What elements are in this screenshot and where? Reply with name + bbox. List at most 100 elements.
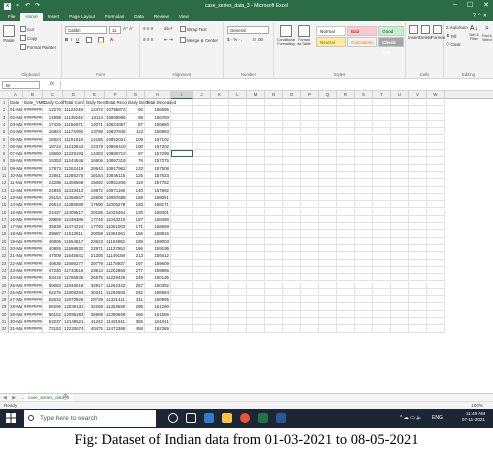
data-cell[interactable] (193, 164, 211, 172)
data-cell[interactable] (193, 142, 211, 151)
data-cell[interactable] (337, 274, 355, 282)
data-cell[interactable] (229, 201, 247, 209)
data-cell[interactable] (283, 179, 301, 187)
column-header-n[interactable]: N (265, 91, 283, 99)
data-cell[interactable] (301, 318, 319, 326)
data-cell[interactable]: 11043210 (105, 215, 127, 224)
data-cell[interactable] (265, 230, 283, 238)
file-explorer-icon[interactable] (222, 413, 232, 423)
data-cell[interactable]: ######## (23, 106, 43, 114)
data-cell[interactable] (355, 201, 373, 209)
data-cell[interactable]: 12095284 (63, 310, 85, 318)
data-cell[interactable]: 97 (127, 150, 145, 158)
data-cell[interactable]: 11308568 (63, 179, 85, 187)
data-cell[interactable]: 188 (127, 237, 145, 245)
data-cell[interactable]: 18650 (43, 150, 63, 158)
data-cell[interactable] (409, 113, 427, 121)
data-cell[interactable] (373, 135, 391, 143)
data-cell[interactable]: ######## (23, 266, 43, 275)
data-cell[interactable] (301, 230, 319, 238)
data-cell[interactable] (355, 310, 373, 318)
data-cell[interactable] (301, 193, 319, 202)
tab-formulas[interactable]: Formulas (100, 13, 129, 21)
data-cell[interactable]: 160135 (145, 274, 171, 282)
data-cell[interactable]: 11005278 (105, 201, 127, 209)
data-cell[interactable] (211, 179, 229, 187)
data-cell[interactable] (247, 135, 265, 143)
data-cell[interactable] (355, 252, 373, 260)
data-cell[interactable] (301, 150, 319, 158)
data-cell[interactable] (391, 201, 409, 209)
data-cell[interactable]: ######## (23, 318, 43, 326)
data-cell[interactable] (229, 106, 247, 114)
tab-data[interactable]: Data (129, 13, 149, 21)
edge-icon[interactable] (204, 413, 214, 423)
data-cell[interactable] (355, 128, 373, 136)
data-cell[interactable] (211, 252, 229, 260)
data-cell[interactable] (337, 303, 355, 311)
data-cell[interactable] (391, 150, 409, 158)
row-header[interactable]: 29 (0, 303, 9, 311)
data-cell[interactable]: 11173495 (63, 128, 85, 136)
data-cell[interactable] (193, 179, 211, 187)
data-cell[interactable] (171, 135, 193, 143)
data-cell[interactable]: 11178937 (105, 259, 127, 267)
data-cell[interactable] (409, 208, 427, 216)
data-cell[interactable] (211, 142, 229, 151)
data-cell[interactable]: ######## (23, 157, 43, 165)
tab-insert[interactable]: Insert (43, 13, 65, 21)
data-cell[interactable] (355, 237, 373, 245)
data-cell[interactable] (211, 128, 229, 136)
data-cell[interactable]: 07-Mar-21 (9, 150, 23, 158)
data-cell[interactable] (171, 208, 193, 216)
data-cell[interactable] (391, 252, 409, 260)
task-view-icon[interactable] (186, 413, 196, 423)
column-header-l[interactable]: L (229, 91, 247, 99)
underline-button[interactable]: U (76, 37, 79, 42)
chrome-icon[interactable] (240, 413, 250, 423)
data-cell[interactable]: ######## (23, 252, 43, 260)
data-cell[interactable]: 11127953 (105, 245, 127, 253)
help-icon[interactable]: ? ⌃ ✕ (473, 13, 487, 19)
data-cell[interactable] (373, 120, 391, 129)
data-cell[interactable]: 160684 (145, 288, 171, 297)
data-cell[interactable]: ######## (23, 296, 43, 304)
column-header-d[interactable]: D (63, 91, 85, 99)
data-cell[interactable] (355, 245, 373, 253)
data-cell[interactable]: 130 (127, 208, 145, 216)
row-header[interactable]: 16 (0, 208, 9, 216)
data-cell[interactable]: 11210543 (63, 142, 85, 151)
data-cell[interactable]: 11104982 (105, 237, 127, 245)
grow-font-button[interactable]: A⁺ A⁻ (123, 26, 134, 32)
word-taskbar-icon[interactable] (276, 413, 286, 423)
data-cell[interactable] (409, 142, 427, 151)
data-cell[interactable]: 158488 (145, 215, 171, 224)
data-cell[interactable]: 11358567 (63, 193, 85, 202)
data-cell[interactable] (355, 106, 373, 114)
row-header[interactable]: 11 (0, 172, 9, 180)
data-cell[interactable] (283, 208, 301, 216)
data-cell[interactable] (301, 274, 319, 282)
data-cell[interactable] (193, 208, 211, 216)
data-cell[interactable] (391, 259, 409, 267)
data-cell[interactable]: 40906 (43, 237, 63, 245)
data-cell[interactable] (301, 259, 319, 267)
fx-icon[interactable]: fx (50, 81, 54, 87)
data-cell[interactable] (391, 208, 409, 216)
data-cell[interactable]: 157299 (145, 150, 171, 158)
data-cell[interactable] (391, 157, 409, 165)
data-cell[interactable] (373, 303, 391, 311)
data-cell[interactable]: 292 (127, 288, 145, 297)
data-cell[interactable]: 12270 (43, 106, 63, 114)
data-cell[interactable]: 161911 (145, 318, 171, 326)
data-cell[interactable]: 10987688 (105, 193, 127, 202)
data-cell[interactable] (193, 128, 211, 136)
data-cell[interactable] (283, 135, 301, 143)
data-cell[interactable] (171, 274, 193, 282)
data-cell[interactable] (427, 120, 445, 129)
data-cell[interactable] (247, 281, 265, 289)
row-header[interactable]: 27 (0, 288, 9, 297)
data-cell[interactable] (355, 296, 373, 304)
data-cell[interactable] (265, 237, 283, 245)
data-cell[interactable] (391, 135, 409, 143)
